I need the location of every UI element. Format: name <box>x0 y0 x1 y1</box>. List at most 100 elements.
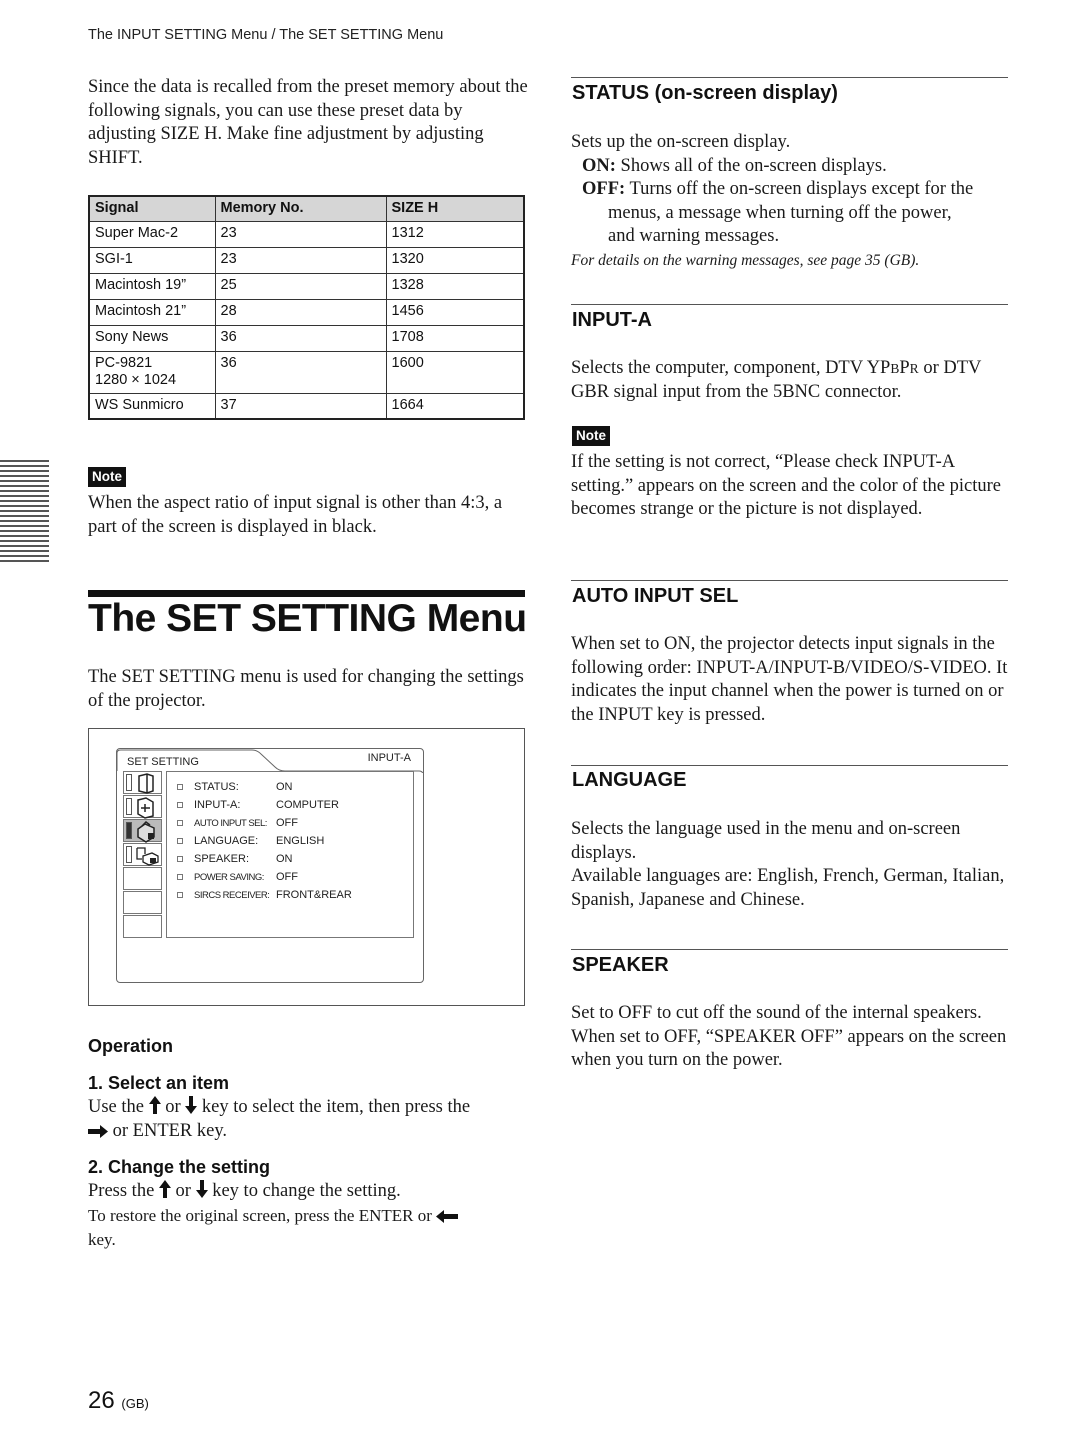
up-arrow-key-icon <box>158 1180 171 1198</box>
cell-memory-no: 36 <box>214 350 387 394</box>
page-number-suffix: (GB) <box>121 1396 149 1411</box>
column-header-memory-no: Memory No. <box>214 195 387 222</box>
status-page-reference: For details on the warning messages, see… <box>571 251 920 269</box>
osd-tab-set-setting[interactable] <box>123 819 162 843</box>
input-a-heading: INPUT-A <box>572 309 652 331</box>
status-intro: Sets up the on-screen display. <box>571 132 791 152</box>
step1-text: Use the or key to select the item, then … <box>88 1096 528 1143</box>
osd-item-value: ON <box>276 853 293 865</box>
signal-name: PC-9821 <box>95 354 153 371</box>
step1-text-c: key to select the item, then press the <box>201 1097 471 1117</box>
cell-memory-no: 36 <box>214 324 387 352</box>
restore-text: To restore the original screen, press th… <box>88 1204 528 1251</box>
item-bullet-icon <box>177 784 183 790</box>
osd-tab-input-setting[interactable] <box>123 771 162 794</box>
column-header-size-h: SIZE H <box>385 195 525 222</box>
language-description: Selects the language used in the menu an… <box>571 818 1011 912</box>
osd-menu-item[interactable]: AUTO INPUT SEL: OFF <box>167 817 413 835</box>
set-setting-osd: SET SETTING INPUT-A STATUS: ON INPUT-A: COM… <box>116 748 424 983</box>
osd-menu-item[interactable]: SIRCS RECEIVER: FRONT&REAR <box>167 889 413 907</box>
osd-menu-item[interactable]: LANGUAGE: ENGLISH <box>167 835 413 853</box>
osd-tab-menu-setting[interactable] <box>123 843 162 866</box>
signal-preset-table: Signal Memory No. SIZE H Super Mac-2 23 13… <box>88 195 525 420</box>
cell-size-h: 1708 <box>385 324 525 352</box>
osd-tab-picture-ctrl[interactable] <box>123 795 162 819</box>
auto-input-sel-description: When set to ON, the projector detects in… <box>571 634 1008 725</box>
osd-menu-title: SET SETTING <box>127 756 199 768</box>
osd-item-value: ON <box>276 781 293 793</box>
signal-name: Super Mac-2 <box>95 224 179 241</box>
step1-heading: 1. Select an item <box>88 1073 230 1093</box>
step1-text-b: or <box>165 1097 181 1117</box>
language-heading: LANGUAGE <box>572 769 687 791</box>
section-title: The SET SETTING Menu <box>88 597 527 640</box>
table-row: Macintosh 21” 28 1456 <box>88 298 525 326</box>
osd-item-label: STATUS: <box>194 781 239 793</box>
heading-rule <box>88 590 525 597</box>
osd-menu-item[interactable]: INPUT-A: COMPUTER <box>167 799 413 817</box>
table-row: Sony News 36 1708 <box>88 324 525 352</box>
step2-text-b: or <box>175 1181 191 1201</box>
item-bullet-icon <box>177 856 183 862</box>
item-bullet-icon <box>177 802 183 808</box>
table-row: WS Sunmicro 37 1664 <box>88 392 525 420</box>
note-badge: Note <box>88 467 126 487</box>
speaker-description: Set to OFF to cut off the sound of the i… <box>571 1003 1007 1070</box>
step1-text-d: or ENTER key. <box>112 1120 228 1141</box>
osd-menu-item[interactable]: POWER SAVING: OFF <box>167 871 413 889</box>
section-rule <box>571 580 1008 581</box>
osd-item-value: FRONT&REAR <box>276 889 352 901</box>
cell-signal: SGI-1 <box>88 246 216 274</box>
osd-tab-empty[interactable] <box>123 867 162 890</box>
osd-item-value: OFF <box>276 871 298 883</box>
status-off-text: Turns off the on-screen displays except … <box>629 179 974 199</box>
cell-size-h: 1664 <box>385 392 525 420</box>
signal-name: SGI-1 <box>95 250 133 267</box>
osd-item-value: COMPUTER <box>276 799 339 811</box>
section-intro: The SET SETTING menu is used for changin… <box>88 667 524 711</box>
signal-resolution: 1280 × 1024 <box>95 371 177 388</box>
cell-memory-no: 37 <box>214 392 387 420</box>
page-number-value: 26 <box>88 1387 115 1414</box>
right-arrow-key-icon <box>88 1124 108 1138</box>
selection-indicator <box>126 822 132 839</box>
section-rule <box>571 765 1008 766</box>
selection-indicator <box>126 774 132 791</box>
osd-item-value: OFF <box>276 817 298 829</box>
status-off-line: OFF: Turns off the on-screen displays ex… <box>571 178 1011 202</box>
cell-signal: Sony News <box>88 324 216 352</box>
status-description: Sets up the on-screen display. ON: Shows… <box>571 131 1011 272</box>
small-caps-r: R <box>909 361 919 376</box>
item-bullet-icon <box>177 820 183 826</box>
table-row: Macintosh 19” 25 1328 <box>88 272 525 300</box>
table-row: Super Mac-2 23 1312 <box>88 220 525 248</box>
step1-text-a: Use the <box>88 1097 144 1117</box>
osd-item-label: SIRCS RECEIVER: <box>194 890 270 901</box>
restore-text-a: To restore the original screen, press th… <box>88 1206 432 1225</box>
osd-menu-item[interactable]: SPEAKER: ON <box>167 853 413 871</box>
cell-memory-no: 25 <box>214 272 387 300</box>
osd-menu-item[interactable]: STATUS: ON <box>167 781 413 799</box>
down-arrow-key-icon <box>185 1096 198 1114</box>
status-off-label: OFF: <box>582 179 626 199</box>
osd-tab-empty[interactable] <box>123 915 162 938</box>
cell-memory-no: 23 <box>214 220 387 248</box>
status-off-text-cont: menus, a message when turning off the po… <box>608 202 952 223</box>
cell-size-h: 1312 <box>385 220 525 248</box>
running-header: The INPUT SETTING Menu / The SET SETTING… <box>88 27 444 43</box>
status-on-text: Shows all of the on-screen displays. <box>620 155 887 176</box>
status-on-label: ON: <box>582 155 616 176</box>
osd-tab-empty[interactable] <box>123 891 162 914</box>
signal-name: Macintosh 19” <box>95 276 187 293</box>
note-text: When the aspect ratio of input signal is… <box>88 493 503 537</box>
left-arrow-key-icon <box>436 1210 459 1223</box>
restore-text-b: key. <box>88 1229 116 1249</box>
up-arrow-key-icon <box>148 1096 161 1114</box>
cell-size-h: 1320 <box>385 246 525 274</box>
status-off-text-cont: and warning messages. <box>608 226 780 246</box>
item-bullet-icon <box>177 838 183 844</box>
operation-heading: Operation <box>88 1036 174 1056</box>
osd-item-list: STATUS: ON INPUT-A: COMPUTER AUTO INPUT SEL:… <box>166 771 414 938</box>
selection-indicator <box>126 846 132 863</box>
note-badge: Note <box>572 426 610 446</box>
